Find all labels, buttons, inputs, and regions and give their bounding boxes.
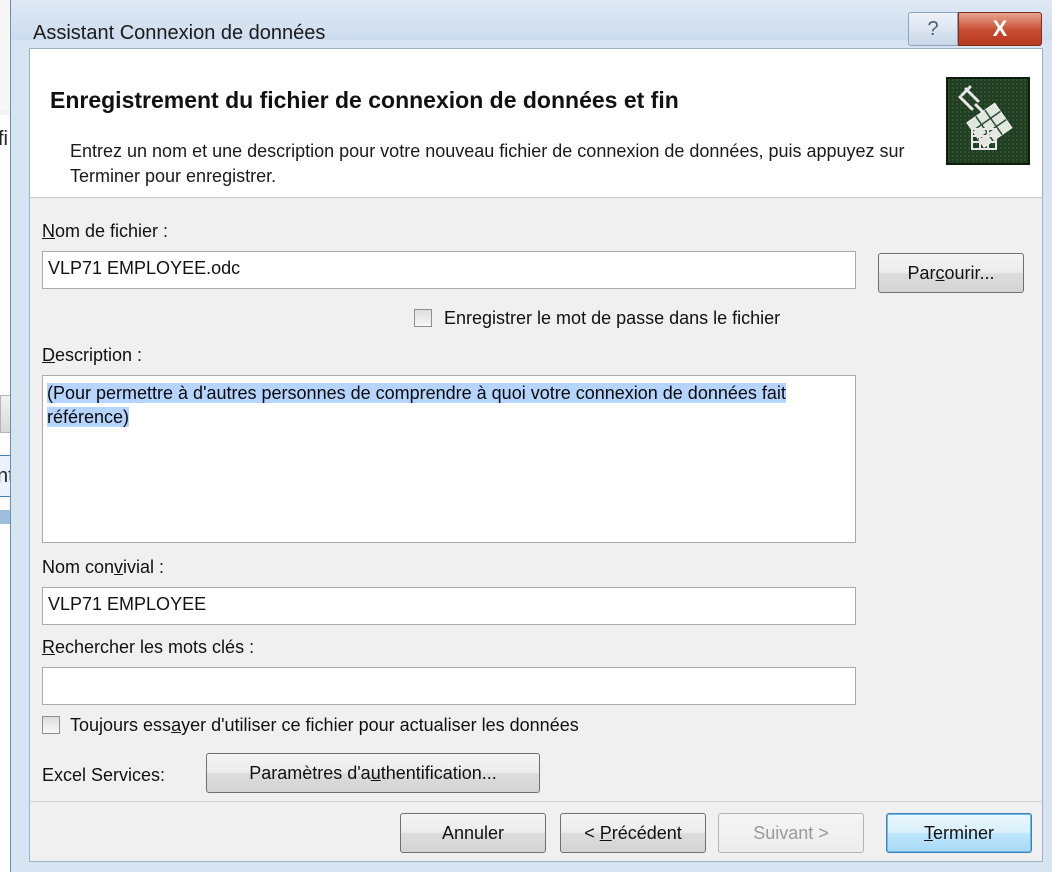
window-title: Assistant Connexion de données <box>33 22 326 44</box>
browse-button[interactable]: Parcourir... <box>878 253 1024 293</box>
background-text-fragment: fi <box>0 128 8 150</box>
always-use-checkbox[interactable] <box>42 716 60 734</box>
excel-services-label: Excel Services: <box>42 765 166 785</box>
description-textarea[interactable]: (Pour permettre à d'autres personnes de … <box>42 375 856 543</box>
close-icon: X <box>992 16 1008 41</box>
save-password-label[interactable]: Enregistrer le mot de passe dans le fich… <box>444 308 780 329</box>
description-label: Description : <box>42 345 143 365</box>
friendly-name-field[interactable]: VLP71 EMPLOYEE <box>42 587 856 625</box>
authentication-settings-button[interactable]: Paramètres d'authentification... <box>206 753 540 793</box>
wizard-header: Enregistrement du fichier de connexion d… <box>30 49 1042 198</box>
always-use-label[interactable]: Toujours essayer d'utiliser ce fichier p… <box>70 715 579 736</box>
help-button[interactable]: ? <box>908 12 958 46</box>
step-description: Entrez un nom et une description pour vo… <box>70 141 905 186</box>
dialog-content: Enregistrement du fichier de connexion d… <box>29 48 1043 862</box>
filename-field[interactable]: VLP71 EMPLOYEE.odc <box>42 251 856 289</box>
close-button[interactable]: X <box>958 12 1042 46</box>
title-bar[interactable]: Assistant Connexion de données ? X <box>11 0 1052 46</box>
cancel-button[interactable]: Annuler <box>400 813 546 853</box>
finish-button[interactable]: Terminer <box>886 813 1032 853</box>
save-password-checkbox[interactable] <box>414 309 432 327</box>
description-selected-text: (Pour permettre à d'autres personnes de … <box>47 383 786 427</box>
step-title: Enregistrement du fichier de connexion d… <box>50 87 679 113</box>
keywords-field[interactable] <box>42 667 856 705</box>
footer-separator <box>30 801 1042 802</box>
friendly-name-label: Nom convivial : <box>42 557 165 577</box>
help-icon: ? <box>927 18 939 40</box>
next-button[interactable]: Suivant > <box>718 813 864 853</box>
back-button[interactable]: < Précédent <box>560 813 706 853</box>
data-connection-wizard-icon <box>946 77 1030 165</box>
keywords-label: Rechercher les mots clés : <box>42 637 255 657</box>
wizard-dialog: Assistant Connexion de données ? X Enreg… <box>10 0 1052 872</box>
filename-label: Nom de fichier : <box>42 221 169 241</box>
